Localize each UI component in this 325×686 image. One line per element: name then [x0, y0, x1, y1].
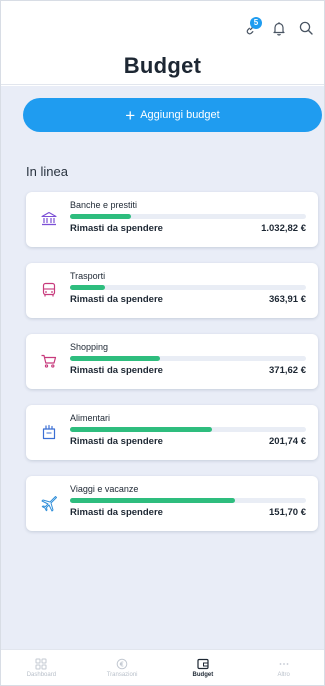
header: 5 Budget	[1, 1, 324, 85]
remaining-label: Rimasti da spendere	[70, 294, 163, 305]
budget-card[interactable]: Shopping Rimasti da spendere 371,62 €	[26, 334, 318, 389]
budget-progress-fill	[70, 356, 160, 361]
remaining-amount: 363,91 €	[269, 294, 306, 305]
nav-transactions[interactable]: Transazioni	[82, 650, 163, 685]
plus-icon: +	[125, 105, 136, 125]
budget-category-name: Banche e prestiti	[70, 200, 138, 210]
budget-card[interactable]: Banche e prestiti Rimasti da spendere 1.…	[26, 192, 318, 247]
budget-progress-bar	[70, 356, 306, 361]
budget-progress-bar	[70, 427, 306, 432]
more-icon	[279, 662, 289, 665]
cart-icon	[39, 351, 59, 371]
plane-icon	[39, 493, 59, 513]
nav-budget[interactable]: Budget	[163, 650, 244, 685]
remaining-label: Rimasti da spendere	[70, 365, 163, 376]
link-count-badge: 5	[250, 17, 262, 29]
section-label: In linea	[26, 164, 68, 179]
search-icon	[299, 21, 313, 35]
budget-progress-fill	[70, 498, 236, 503]
grocery-bag-icon	[39, 422, 59, 442]
budget-category-name: Shopping	[70, 342, 109, 352]
remaining-label: Rimasti da spendere	[70, 436, 163, 447]
remaining-amount: 371,62 €	[269, 365, 306, 376]
remaining-amount: 201,74 €	[269, 436, 306, 447]
page-title: Budget	[123, 53, 202, 78]
dashboard-icon	[35, 658, 47, 669]
budget-screen: 5 Budget + Aggiungi budget In linea Banc…	[0, 0, 325, 686]
nav-label: Budget	[192, 671, 214, 678]
remaining-label: Rimasti da spendere	[70, 223, 163, 234]
add-budget-label: Aggiungi budget	[140, 109, 220, 121]
budget-content[interactable]: + Aggiungi budget In linea Banche e pres…	[1, 86, 324, 651]
transactions-icon	[116, 658, 128, 669]
budget-progress-bar	[70, 498, 306, 503]
link-button[interactable]: 5	[242, 17, 262, 38]
remaining-label: Rimasti da spendere	[70, 507, 163, 518]
bus-icon	[39, 280, 59, 300]
budget-progress-bar	[70, 214, 306, 219]
bell-icon	[273, 22, 285, 36]
budget-card[interactable]: Viaggi e vacanze Rimasti da spendere 151…	[26, 476, 318, 531]
notifications-button[interactable]	[269, 18, 289, 38]
budget-category-name: Trasporti	[70, 271, 106, 281]
budget-progress-fill	[70, 214, 132, 219]
remaining-amount: 151,70 €	[269, 507, 306, 518]
nav-label: Transazioni	[106, 671, 138, 678]
budget-card[interactable]: Trasporti Rimasti da spendere 363,91 €	[26, 263, 318, 318]
budget-progress-fill	[70, 285, 106, 290]
nav-label: Dashboard	[26, 671, 57, 678]
add-budget-button[interactable]: + Aggiungi budget	[23, 98, 322, 132]
budget-progress-fill	[70, 427, 212, 432]
nav-label: Altro	[277, 671, 290, 678]
budget-category-name: Viaggi e vacanze	[70, 484, 139, 494]
search-button[interactable]	[296, 18, 316, 38]
bottom-navigation: Dashboard Transazioni Budget Altro	[1, 649, 324, 685]
budget-category-name: Alimentari	[70, 413, 111, 423]
budget-card[interactable]: Alimentari Rimasti da spendere 201,74 €	[26, 405, 318, 460]
nav-more[interactable]: Altro	[243, 650, 324, 685]
budget-progress-bar	[70, 285, 306, 290]
nav-dashboard[interactable]: Dashboard	[1, 650, 82, 685]
header-actions: 5	[242, 17, 316, 38]
bank-icon	[39, 209, 59, 229]
budget-icon	[197, 658, 209, 669]
remaining-amount: 1.032,82 €	[261, 223, 306, 234]
